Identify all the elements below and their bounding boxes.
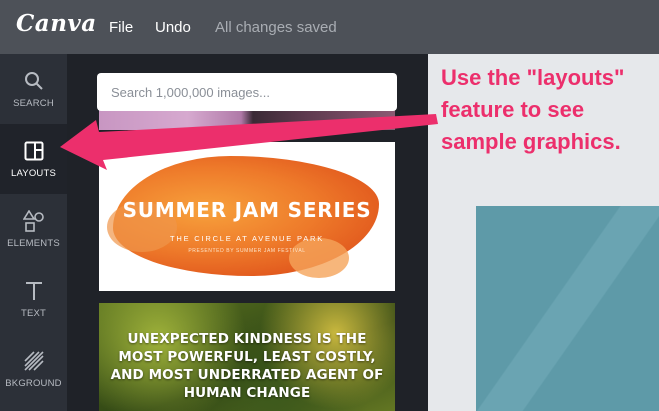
quote-line: UNEXPECTED KINDNESS IS THE [127, 331, 367, 347]
layout-subtitle: THE CIRCLE AT AVENUE PARK [169, 234, 325, 243]
elements-icon [0, 210, 67, 232]
background-icon [0, 350, 67, 372]
design-page[interactable] [476, 206, 659, 411]
sidebar-item-label: ELEMENTS [7, 238, 60, 249]
quote-line: MOST POWERFUL, LEAST COSTLY, [118, 349, 376, 365]
layouts-panel: SUMMER JAM SERIES THE CIRCLE AT AVENUE P… [67, 54, 428, 411]
sidebar-item-background[interactable]: BKGROUND [0, 334, 67, 404]
sidebar: SEARCH LAYOUTS ELEMENTS TEXT BKGROUND [0, 54, 67, 411]
sidebar-item-search[interactable]: SEARCH [0, 54, 67, 124]
annotation-line: Use the "layouts" [441, 65, 625, 90]
save-status: All changes saved [215, 19, 337, 36]
sidebar-item-elements[interactable]: ELEMENTS [0, 194, 67, 264]
watercolor-splash-accent [289, 238, 349, 278]
sidebar-item-label: SEARCH [13, 98, 54, 109]
text-icon [0, 280, 67, 302]
annotation-line: feature to see [441, 97, 585, 122]
layouts-icon [0, 140, 67, 162]
sidebar-item-label: TEXT [20, 308, 47, 319]
layout-small-text: PRESENTED BY SUMMER JAM FESTIVAL [188, 248, 306, 254]
top-bar: Canva File Undo All changes saved [0, 0, 659, 54]
layout-thumbnail-summer-jam[interactable]: SUMMER JAM SERIES THE CIRCLE AT AVENUE P… [99, 142, 395, 291]
sidebar-item-layouts[interactable]: LAYOUTS [0, 124, 67, 194]
sidebar-item-label: LAYOUTS [10, 168, 57, 179]
layout-quote: UNEXPECTED KINDNESS IS THE MOST POWERFUL… [99, 330, 395, 402]
undo-button[interactable]: Undo [155, 19, 191, 36]
sidebar-item-text[interactable]: TEXT [0, 264, 67, 334]
image-search-input[interactable] [97, 73, 397, 111]
layout-title: SUMMER JAM SERIES [122, 198, 372, 222]
annotation-callout: Use the "layouts" feature to see sample … [441, 62, 624, 158]
quote-line: AND MOST UNDERRATED AGENT OF [110, 367, 384, 383]
search-icon [0, 70, 67, 92]
annotation-line: sample graphics. [441, 129, 621, 154]
canva-logo[interactable]: Canva [16, 10, 97, 37]
sidebar-item-label: BKGROUND [5, 378, 62, 389]
quote-line: HUMAN CHANGE [183, 385, 311, 401]
layout-thumbnail-quote[interactable]: UNEXPECTED KINDNESS IS THE MOST POWERFUL… [99, 303, 395, 411]
file-menu[interactable]: File [109, 19, 133, 36]
